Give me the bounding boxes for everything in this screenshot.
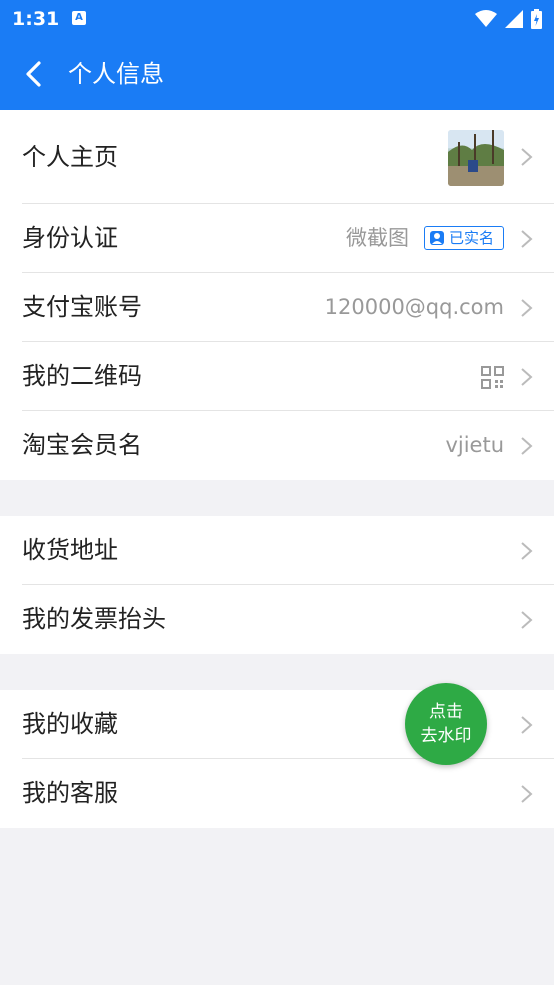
user-verified-icon (430, 231, 444, 245)
chevron-right-icon (521, 716, 533, 734)
row-value: 120000@qq.com (324, 295, 504, 319)
row-invoice-title[interactable]: 我的发票抬头 (0, 585, 554, 654)
back-button[interactable] (18, 58, 48, 90)
verified-badge: 已实名 (424, 226, 504, 250)
chevron-right-icon (521, 785, 533, 803)
chevron-right-icon (521, 368, 533, 386)
row-label: 我的收藏 (22, 710, 118, 738)
row-label: 身份认证 (22, 224, 118, 252)
status-bar: 1:31 A (0, 0, 554, 38)
row-label: 收货地址 (22, 536, 118, 564)
status-icons (475, 9, 542, 29)
page-title: 个人信息 (68, 60, 164, 88)
chevron-right-icon (521, 611, 533, 629)
row-value: vjietu (445, 433, 504, 457)
address-group: 收货地址 我的发票抬头 (0, 516, 554, 654)
chevron-right-icon (521, 437, 533, 455)
chevron-right-icon (521, 230, 533, 248)
status-time: 1:31 (12, 8, 60, 30)
row-label: 淘宝会员名 (22, 431, 142, 459)
cell-signal-icon (505, 10, 523, 28)
row-label: 我的二维码 (22, 362, 142, 390)
chevron-right-icon (521, 299, 533, 317)
notification-icon: A (72, 11, 86, 25)
row-homepage[interactable]: 个人主页 (0, 110, 554, 204)
chevron-right-icon (521, 542, 533, 560)
row-label: 我的发票抬头 (22, 605, 166, 633)
remove-watermark-button[interactable]: 点击 去水印 (405, 683, 487, 765)
row-label: 我的客服 (22, 779, 118, 807)
qrcode-icon (481, 366, 504, 389)
battery-icon (531, 9, 542, 29)
profile-group: 个人主页 身份认证 微截图 已实名 支付宝账号 120000@qq.com 我的… (0, 110, 554, 480)
row-qrcode[interactable]: 我的二维码 (0, 342, 554, 411)
avatar (448, 130, 504, 186)
badge-label: 已实名 (449, 229, 495, 247)
row-identity[interactable]: 身份认证 微截图 已实名 (0, 204, 554, 273)
wifi-icon (475, 10, 497, 27)
row-label: 个人主页 (22, 143, 118, 171)
app-bar: 个人信息 (0, 38, 554, 110)
fab-label-line2: 去水印 (420, 726, 472, 746)
row-label: 支付宝账号 (22, 293, 142, 321)
row-alipay[interactable]: 支付宝账号 120000@qq.com (0, 273, 554, 342)
fab-label-line1: 点击 (429, 702, 463, 722)
row-taobao-member[interactable]: 淘宝会员名 vjietu (0, 411, 554, 480)
row-customer-service[interactable]: 我的客服 (0, 759, 554, 828)
row-value: 微截图 (346, 226, 409, 250)
chevron-right-icon (521, 148, 533, 166)
row-shipping-address[interactable]: 收货地址 (0, 516, 554, 585)
